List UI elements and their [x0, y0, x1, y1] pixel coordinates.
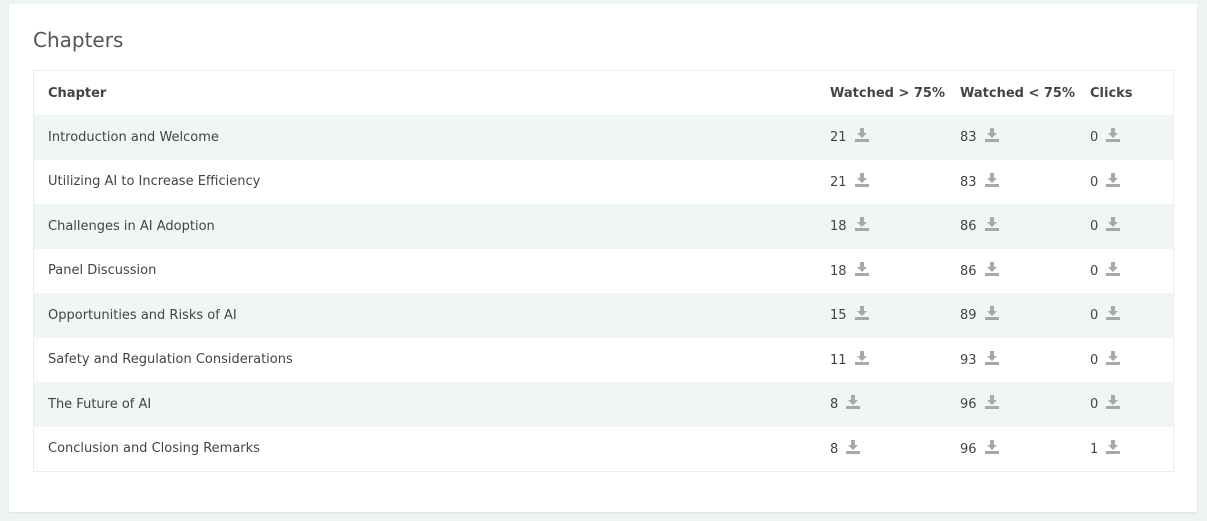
watched-over-cell: 21 — [816, 160, 946, 205]
chapter-name: Utilizing AI to Increase Efficiency — [48, 174, 261, 190]
watched-over-cell: 11 — [816, 338, 946, 383]
download-icon[interactable] — [1106, 306, 1121, 324]
download-icon[interactable] — [984, 261, 999, 280]
chapter-name: Panel Discussion — [48, 263, 157, 279]
header-chapter: Chapter — [48, 85, 107, 101]
watched-under-value: 86 — [960, 219, 977, 235]
table-row: Conclusion and Closing Remarks 8 96 1 — [34, 427, 1173, 472]
clicks-value: 0 — [1090, 308, 1099, 324]
chapter-name: Conclusion and Closing Remarks — [48, 441, 260, 457]
download-icon[interactable] — [854, 217, 869, 235]
chapter-name: Introduction and Welcome — [34, 115, 816, 160]
watched-under-cell: 83 — [946, 115, 1076, 160]
download-icon[interactable] — [1106, 395, 1121, 413]
clicks-cell: 0 — [1076, 382, 1173, 427]
chapter-name: Opportunities and Risks of AI — [34, 293, 816, 338]
clicks-value: 0 — [1090, 352, 1099, 368]
watched-over-cell: 15 — [816, 293, 946, 338]
watched-under-value: 96 — [960, 441, 977, 457]
watched-over-cell: 18 — [816, 204, 946, 249]
download-icon[interactable] — [1106, 172, 1121, 191]
watched-over-value: 18 — [830, 219, 847, 235]
watched-over-cell: 8 — [816, 427, 946, 472]
download-icon[interactable] — [984, 128, 999, 146]
watched-under-cell: 93 — [946, 338, 1076, 383]
clicks-cell: 0 — [1076, 160, 1173, 205]
clicks-cell: 0 — [1076, 293, 1173, 338]
clicks-cell: 1 — [1076, 427, 1173, 472]
watched-over-value: 11 — [830, 352, 847, 368]
watched-under-cell: 96 — [946, 382, 1076, 427]
table-row: Panel Discussion 18 86 0 — [34, 249, 1173, 294]
table-row: Utilizing AI to Increase Efficiency 21 8… — [34, 160, 1173, 205]
watched-under-value: 96 — [960, 397, 977, 413]
chapters-card: Chapters Chapter Watched > 75% Watched <… — [9, 4, 1197, 512]
download-icon[interactable] — [984, 306, 999, 324]
download-icon[interactable] — [854, 261, 869, 280]
watched-over-value: 8 — [830, 397, 839, 413]
download-icon[interactable] — [984, 172, 999, 191]
watched-over-value: 21 — [830, 130, 847, 146]
chapter-name: The Future of AI — [34, 382, 816, 427]
watched-under-value: 93 — [960, 352, 977, 368]
clicks-value: 1 — [1090, 441, 1099, 457]
watched-under-cell: 86 — [946, 249, 1076, 294]
table-row: Opportunities and Risks of AI 15 89 0 — [34, 293, 1173, 338]
clicks-value: 0 — [1090, 397, 1099, 413]
table-header-row: Chapter Watched > 75% Watched < 75% Clic… — [34, 71, 1173, 115]
watched-under-cell: 83 — [946, 160, 1076, 205]
watched-under-value: 89 — [960, 308, 977, 324]
download-icon[interactable] — [984, 439, 999, 458]
header-clicks: Clicks — [1090, 85, 1133, 101]
clicks-cell: 0 — [1076, 338, 1173, 383]
clicks-value: 0 — [1090, 130, 1099, 146]
watched-over-value: 18 — [830, 263, 847, 279]
download-icon[interactable] — [854, 172, 869, 191]
download-icon[interactable] — [984, 395, 999, 413]
download-icon[interactable] — [846, 395, 861, 413]
clicks-cell: 0 — [1076, 115, 1173, 160]
watched-under-value: 83 — [960, 130, 977, 146]
watched-over-value: 8 — [830, 441, 839, 457]
header-watched-under: Watched < 75% — [960, 85, 1076, 101]
clicks-value: 0 — [1090, 174, 1099, 190]
download-icon[interactable] — [854, 306, 869, 324]
section-title: Chapters — [33, 28, 124, 52]
download-icon[interactable] — [1106, 350, 1121, 369]
watched-over-cell: 18 — [816, 249, 946, 294]
watched-over-cell: 21 — [816, 115, 946, 160]
chapters-table: Chapter Watched > 75% Watched < 75% Clic… — [33, 70, 1174, 472]
header-watched-over: Watched > 75% — [830, 85, 946, 101]
watched-under-value: 86 — [960, 263, 977, 279]
download-icon[interactable] — [1106, 439, 1121, 458]
clicks-value: 0 — [1090, 219, 1099, 235]
watched-under-value: 83 — [960, 174, 977, 190]
download-icon[interactable] — [1106, 217, 1121, 235]
watched-under-cell: 86 — [946, 204, 1076, 249]
chapter-name: Safety and Regulation Considerations — [48, 352, 293, 368]
clicks-cell: 0 — [1076, 249, 1173, 294]
chapter-name: Challenges in AI Adoption — [34, 204, 816, 249]
download-icon[interactable] — [846, 439, 861, 458]
watched-under-cell: 89 — [946, 293, 1076, 338]
download-icon[interactable] — [1106, 261, 1121, 280]
download-icon[interactable] — [1106, 128, 1121, 146]
table-row: Challenges in AI Adoption 18 86 0 — [34, 204, 1173, 249]
watched-over-value: 15 — [830, 308, 847, 324]
table-row: The Future of AI 8 96 0 — [34, 382, 1173, 427]
clicks-cell: 0 — [1076, 204, 1173, 249]
download-icon[interactable] — [984, 217, 999, 235]
watched-under-cell: 96 — [946, 427, 1076, 472]
download-icon[interactable] — [984, 350, 999, 369]
download-icon[interactable] — [854, 128, 869, 146]
table-row: Introduction and Welcome 21 83 0 — [34, 115, 1173, 160]
clicks-value: 0 — [1090, 263, 1099, 279]
watched-over-value: 21 — [830, 174, 847, 190]
table-row: Safety and Regulation Considerations 11 … — [34, 338, 1173, 383]
download-icon[interactable] — [854, 350, 869, 369]
watched-over-cell: 8 — [816, 382, 946, 427]
